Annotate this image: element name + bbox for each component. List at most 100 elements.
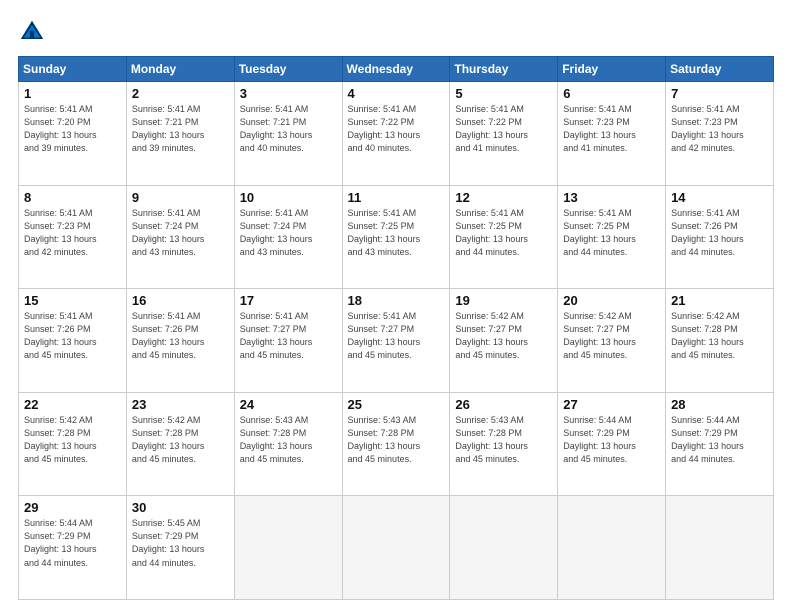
day-info: Sunrise: 5:41 AM Sunset: 7:21 PM Dayligh…	[132, 103, 230, 155]
day-number: 18	[348, 293, 446, 308]
day-info: Sunrise: 5:41 AM Sunset: 7:26 PM Dayligh…	[132, 310, 230, 362]
day-info: Sunrise: 5:42 AM Sunset: 7:27 PM Dayligh…	[563, 310, 661, 362]
day-info: Sunrise: 5:41 AM Sunset: 7:24 PM Dayligh…	[240, 207, 338, 259]
header	[18, 18, 774, 46]
weekday-header-friday: Friday	[558, 57, 666, 82]
calendar-cell: 27 Sunrise: 5:44 AM Sunset: 7:29 PM Dayli…	[558, 392, 666, 496]
day-info: Sunrise: 5:41 AM Sunset: 7:25 PM Dayligh…	[455, 207, 553, 259]
day-info: Sunrise: 5:41 AM Sunset: 7:25 PM Dayligh…	[348, 207, 446, 259]
calendar-body: 1 Sunrise: 5:41 AM Sunset: 7:20 PM Daylig…	[19, 82, 774, 600]
day-info: Sunrise: 5:44 AM Sunset: 7:29 PM Dayligh…	[24, 517, 122, 569]
day-number: 12	[455, 190, 553, 205]
calendar-cell: 25 Sunrise: 5:43 AM Sunset: 7:28 PM Dayli…	[342, 392, 450, 496]
day-info: Sunrise: 5:45 AM Sunset: 7:29 PM Dayligh…	[132, 517, 230, 569]
day-number: 25	[348, 397, 446, 412]
day-number: 2	[132, 86, 230, 101]
day-number: 7	[671, 86, 769, 101]
calendar-cell: 28 Sunrise: 5:44 AM Sunset: 7:29 PM Dayli…	[666, 392, 774, 496]
day-number: 6	[563, 86, 661, 101]
day-info: Sunrise: 5:41 AM Sunset: 7:23 PM Dayligh…	[671, 103, 769, 155]
calendar-cell: 19 Sunrise: 5:42 AM Sunset: 7:27 PM Dayli…	[450, 289, 558, 393]
calendar-header: SundayMondayTuesdayWednesdayThursdayFrid…	[19, 57, 774, 82]
weekday-header-saturday: Saturday	[666, 57, 774, 82]
day-info: Sunrise: 5:41 AM Sunset: 7:27 PM Dayligh…	[240, 310, 338, 362]
calendar-cell	[234, 496, 342, 600]
calendar-cell: 21 Sunrise: 5:42 AM Sunset: 7:28 PM Dayli…	[666, 289, 774, 393]
calendar-cell: 22Sunrise: 5:42 AM Sunset: 7:28 PM Dayli…	[19, 392, 127, 496]
day-number: 23	[132, 397, 230, 412]
calendar-cell: 24 Sunrise: 5:43 AM Sunset: 7:28 PM Dayli…	[234, 392, 342, 496]
day-number: 27	[563, 397, 661, 412]
day-number: 15	[24, 293, 122, 308]
day-info: Sunrise: 5:41 AM Sunset: 7:22 PM Dayligh…	[348, 103, 446, 155]
day-number: 30	[132, 500, 230, 515]
calendar-cell: 16 Sunrise: 5:41 AM Sunset: 7:26 PM Dayli…	[126, 289, 234, 393]
day-info: Sunrise: 5:41 AM Sunset: 7:23 PM Dayligh…	[24, 207, 122, 259]
calendar-row-4: 22Sunrise: 5:42 AM Sunset: 7:28 PM Dayli…	[19, 392, 774, 496]
calendar-cell: 13 Sunrise: 5:41 AM Sunset: 7:25 PM Dayli…	[558, 185, 666, 289]
calendar-cell: 20 Sunrise: 5:42 AM Sunset: 7:27 PM Dayli…	[558, 289, 666, 393]
calendar-cell: 11 Sunrise: 5:41 AM Sunset: 7:25 PM Dayli…	[342, 185, 450, 289]
day-number: 4	[348, 86, 446, 101]
day-info: Sunrise: 5:43 AM Sunset: 7:28 PM Dayligh…	[348, 414, 446, 466]
day-number: 16	[132, 293, 230, 308]
day-info: Sunrise: 5:41 AM Sunset: 7:24 PM Dayligh…	[132, 207, 230, 259]
calendar-cell: 18 Sunrise: 5:41 AM Sunset: 7:27 PM Dayli…	[342, 289, 450, 393]
weekday-header-tuesday: Tuesday	[234, 57, 342, 82]
weekday-header-monday: Monday	[126, 57, 234, 82]
day-info: Sunrise: 5:41 AM Sunset: 7:26 PM Dayligh…	[24, 310, 122, 362]
day-info: Sunrise: 5:43 AM Sunset: 7:28 PM Dayligh…	[455, 414, 553, 466]
day-number: 3	[240, 86, 338, 101]
day-number: 21	[671, 293, 769, 308]
calendar-cell: 29Sunrise: 5:44 AM Sunset: 7:29 PM Dayli…	[19, 496, 127, 600]
calendar-cell: 1 Sunrise: 5:41 AM Sunset: 7:20 PM Daylig…	[19, 82, 127, 186]
page: SundayMondayTuesdayWednesdayThursdayFrid…	[0, 0, 792, 612]
calendar-cell: 17 Sunrise: 5:41 AM Sunset: 7:27 PM Dayli…	[234, 289, 342, 393]
day-number: 8	[24, 190, 122, 205]
day-info: Sunrise: 5:41 AM Sunset: 7:22 PM Dayligh…	[455, 103, 553, 155]
day-number: 14	[671, 190, 769, 205]
calendar-cell: 3 Sunrise: 5:41 AM Sunset: 7:21 PM Daylig…	[234, 82, 342, 186]
logo-icon	[18, 18, 46, 46]
calendar-row-3: 15 Sunrise: 5:41 AM Sunset: 7:26 PM Dayli…	[19, 289, 774, 393]
calendar-cell	[342, 496, 450, 600]
calendar-cell: 12 Sunrise: 5:41 AM Sunset: 7:25 PM Dayli…	[450, 185, 558, 289]
weekday-header-wednesday: Wednesday	[342, 57, 450, 82]
day-info: Sunrise: 5:41 AM Sunset: 7:23 PM Dayligh…	[563, 103, 661, 155]
weekday-row: SundayMondayTuesdayWednesdayThursdayFrid…	[19, 57, 774, 82]
calendar-cell	[558, 496, 666, 600]
calendar-cell: 14 Sunrise: 5:41 AM Sunset: 7:26 PM Dayli…	[666, 185, 774, 289]
day-info: Sunrise: 5:44 AM Sunset: 7:29 PM Dayligh…	[563, 414, 661, 466]
day-info: Sunrise: 5:41 AM Sunset: 7:25 PM Dayligh…	[563, 207, 661, 259]
day-info: Sunrise: 5:41 AM Sunset: 7:20 PM Dayligh…	[24, 103, 122, 155]
calendar-cell: 8 Sunrise: 5:41 AM Sunset: 7:23 PM Daylig…	[19, 185, 127, 289]
calendar-cell: 9 Sunrise: 5:41 AM Sunset: 7:24 PM Daylig…	[126, 185, 234, 289]
calendar-table: SundayMondayTuesdayWednesdayThursdayFrid…	[18, 56, 774, 600]
day-info: Sunrise: 5:42 AM Sunset: 7:28 PM Dayligh…	[132, 414, 230, 466]
day-number: 13	[563, 190, 661, 205]
day-number: 5	[455, 86, 553, 101]
day-info: Sunrise: 5:43 AM Sunset: 7:28 PM Dayligh…	[240, 414, 338, 466]
day-number: 20	[563, 293, 661, 308]
weekday-header-thursday: Thursday	[450, 57, 558, 82]
day-info: Sunrise: 5:41 AM Sunset: 7:27 PM Dayligh…	[348, 310, 446, 362]
calendar-cell: 2 Sunrise: 5:41 AM Sunset: 7:21 PM Daylig…	[126, 82, 234, 186]
day-number: 28	[671, 397, 769, 412]
calendar-cell: 10Sunrise: 5:41 AM Sunset: 7:24 PM Dayli…	[234, 185, 342, 289]
calendar-cell	[450, 496, 558, 600]
day-info: Sunrise: 5:44 AM Sunset: 7:29 PM Dayligh…	[671, 414, 769, 466]
calendar-cell: 15 Sunrise: 5:41 AM Sunset: 7:26 PM Dayli…	[19, 289, 127, 393]
calendar-cell: 23 Sunrise: 5:42 AM Sunset: 7:28 PM Dayli…	[126, 392, 234, 496]
day-number: 19	[455, 293, 553, 308]
calendar-cell: 4 Sunrise: 5:41 AM Sunset: 7:22 PM Daylig…	[342, 82, 450, 186]
day-info: Sunrise: 5:41 AM Sunset: 7:21 PM Dayligh…	[240, 103, 338, 155]
day-info: Sunrise: 5:42 AM Sunset: 7:27 PM Dayligh…	[455, 310, 553, 362]
day-number: 1	[24, 86, 122, 101]
day-number: 24	[240, 397, 338, 412]
day-number: 11	[348, 190, 446, 205]
day-number: 17	[240, 293, 338, 308]
day-info: Sunrise: 5:41 AM Sunset: 7:26 PM Dayligh…	[671, 207, 769, 259]
day-number: 9	[132, 190, 230, 205]
calendar-row-2: 8 Sunrise: 5:41 AM Sunset: 7:23 PM Daylig…	[19, 185, 774, 289]
day-info: Sunrise: 5:42 AM Sunset: 7:28 PM Dayligh…	[671, 310, 769, 362]
